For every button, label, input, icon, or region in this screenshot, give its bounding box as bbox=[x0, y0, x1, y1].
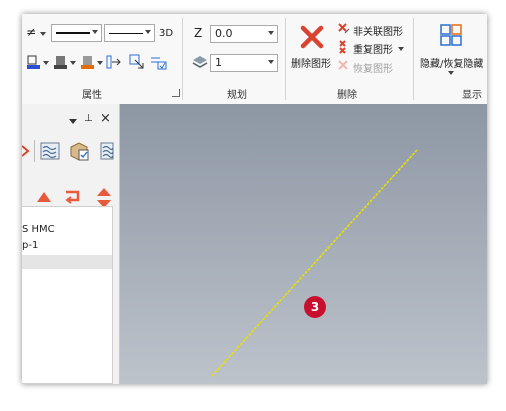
group-separator bbox=[285, 18, 286, 100]
chevron-down-icon bbox=[268, 31, 274, 35]
line-style-select[interactable] bbox=[51, 24, 102, 42]
layer-value: 1 bbox=[215, 56, 222, 69]
group-label-delete: 删除 bbox=[337, 90, 357, 101]
left-panel: ⊥ × S HMC p-1 bbox=[22, 104, 120, 384]
yellow-line-segment[interactable] bbox=[211, 149, 418, 377]
group-label-properties: 属性 bbox=[82, 90, 102, 101]
duplicate-shapes-icon bbox=[339, 40, 346, 54]
check-layer-icon[interactable] bbox=[150, 54, 168, 70]
group-label-display: 显示 bbox=[462, 90, 482, 101]
chevron-down-icon[interactable] bbox=[398, 47, 404, 51]
restore-shapes-button[interactable]: 恢复图形 bbox=[353, 60, 393, 75]
delete-shape-icon[interactable] bbox=[299, 24, 325, 50]
line-width-select[interactable] bbox=[104, 24, 155, 42]
package-check-icon[interactable] bbox=[68, 141, 90, 161]
chevron-down-icon[interactable] bbox=[40, 32, 46, 36]
solid-line-icon bbox=[56, 32, 90, 34]
step-badge: 3 bbox=[304, 296, 326, 318]
panel-menu-chevron-icon[interactable] bbox=[69, 119, 77, 124]
drawn-line[interactable] bbox=[120, 104, 487, 384]
scissors-icon[interactable] bbox=[22, 144, 30, 158]
tree-item[interactable]: p-1 bbox=[22, 239, 112, 253]
graphics-viewport[interactable]: 3 bbox=[120, 104, 487, 384]
group-separator bbox=[413, 18, 414, 100]
chevron-down-icon bbox=[92, 30, 98, 34]
group-separator bbox=[182, 18, 183, 100]
thin-line-icon bbox=[109, 33, 143, 34]
chevron-down-icon[interactable] bbox=[448, 71, 454, 75]
step-arrow-icon[interactable] bbox=[64, 189, 84, 205]
chevron-down-icon bbox=[145, 30, 151, 34]
tree-view[interactable]: S HMC p-1 bbox=[22, 206, 113, 384]
z-level-select[interactable]: 0.0 bbox=[210, 25, 278, 43]
triangle-up-icon[interactable] bbox=[36, 191, 52, 203]
app-window: ≠ 3D 属性 Z 0.0 1 规划 删除图形 非关联图形 重复图形 恢复图形 … bbox=[22, 14, 487, 384]
restore-shapes-icon bbox=[338, 60, 348, 70]
tree-item-selected[interactable] bbox=[22, 255, 112, 269]
3d-label[interactable]: 3D bbox=[159, 28, 173, 39]
hide-restore-icon bbox=[440, 24, 462, 46]
unrelated-shapes-button[interactable]: 非关联图形 bbox=[353, 23, 403, 38]
layers-icon bbox=[192, 56, 208, 68]
chevron-down-icon[interactable] bbox=[97, 61, 103, 65]
wave-lines-icon[interactable] bbox=[100, 142, 114, 160]
chevron-down-icon[interactable] bbox=[70, 61, 76, 65]
align-dimension-icon[interactable] bbox=[106, 54, 122, 70]
pin-icon[interactable]: ⊥ bbox=[84, 113, 93, 124]
delete-shape-button[interactable]: 删除图形 bbox=[291, 55, 331, 70]
chevron-down-icon bbox=[268, 60, 274, 64]
wave-lines-icon[interactable] bbox=[40, 142, 60, 160]
toolbar-separator bbox=[34, 140, 35, 162]
tree-item[interactable]: S HMC bbox=[22, 223, 112, 237]
linetype-symbol: ≠ bbox=[26, 25, 37, 39]
duplicate-shapes-button[interactable]: 重复图形 bbox=[353, 41, 393, 56]
z-label: Z bbox=[194, 26, 203, 40]
z-level-value: 0.0 bbox=[215, 27, 233, 40]
layer-select[interactable]: 1 bbox=[210, 54, 278, 72]
ribbon: ≠ 3D 属性 Z 0.0 1 规划 删除图形 非关联图形 重复图形 恢复图形 … bbox=[22, 14, 487, 105]
color-fill-icon[interactable] bbox=[80, 54, 96, 70]
unrelated-shapes-icon bbox=[338, 23, 350, 34]
paint-bucket-icon[interactable] bbox=[26, 54, 42, 70]
chevron-down-icon[interactable] bbox=[43, 61, 49, 65]
layer-fill-icon[interactable] bbox=[53, 54, 69, 70]
group-label-planning: 规划 bbox=[227, 90, 247, 101]
properties-dialog-launcher[interactable] bbox=[172, 89, 180, 97]
hide-restore-button[interactable]: 隐藏/恢复隐藏 bbox=[420, 55, 483, 70]
close-icon[interactable]: × bbox=[100, 111, 111, 126]
move-to-layer-icon[interactable] bbox=[129, 54, 145, 70]
